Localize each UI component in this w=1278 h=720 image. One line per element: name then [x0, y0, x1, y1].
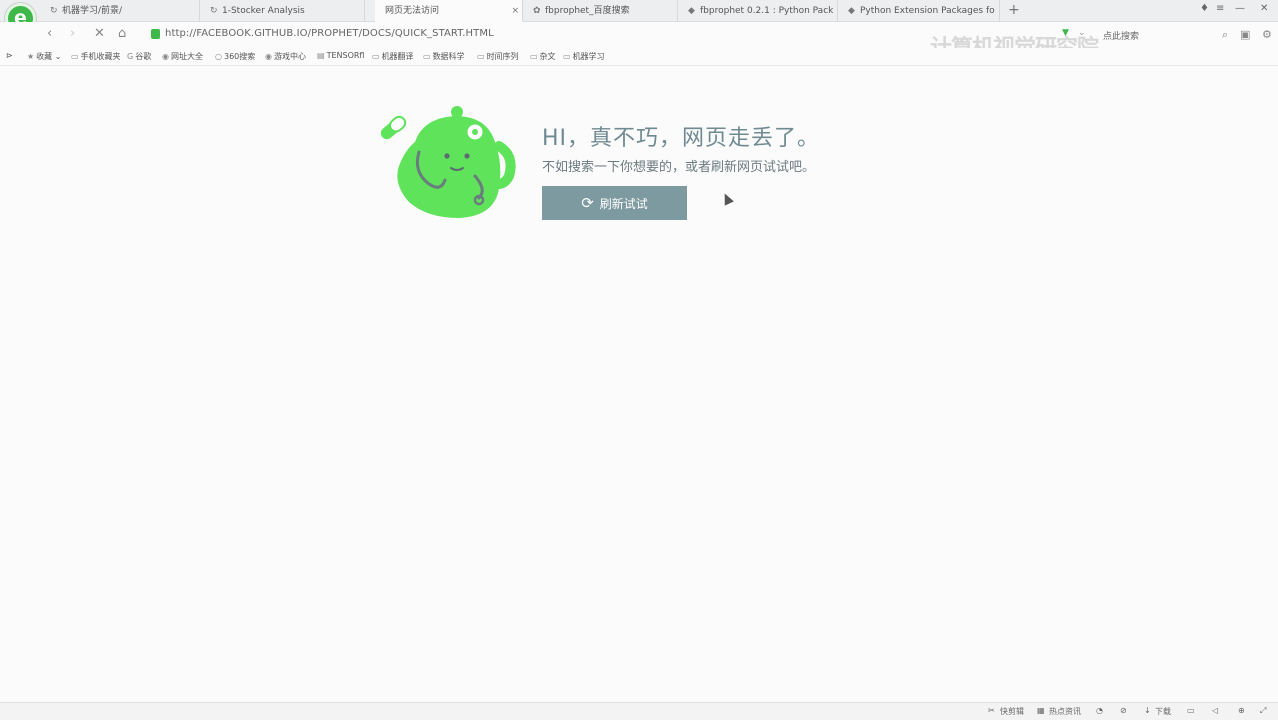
home-icon[interactable]: ⌂ — [118, 26, 126, 41]
skin-icon[interactable]: ♦ — [1200, 3, 1209, 14]
block-icon[interactable]: ⊘ — [1120, 706, 1127, 715]
error-subtitle: 不如搜索一下你想要的，或者刷新网页试试吧。 — [542, 160, 816, 175]
scissors-icon[interactable]: ✂ — [988, 706, 995, 715]
tab-4[interactable]: ✿ fbprophet_百度搜索 — [523, 0, 678, 22]
status-item-hot-news[interactable]: 热点资讯 — [1049, 706, 1081, 717]
tab-strip: ↻ 机器学习/前景/ ↻ 1-Stocker Analysis 网页无法访问 × ✿… — [0, 0, 1278, 23]
news-icon[interactable]: ▦ — [1037, 706, 1045, 715]
folder-icon: ▭ — [372, 52, 380, 61]
bookmark-360search[interactable]: ○ 360搜索 — [215, 51, 255, 62]
status-item-download[interactable]: 下载 — [1155, 706, 1171, 717]
mascot-illustration — [380, 106, 516, 218]
sidebar-toggle-icon[interactable]: ⊳ — [6, 51, 13, 60]
pill-icon — [380, 115, 407, 140]
download-icon[interactable]: ↓ — [1144, 706, 1151, 715]
status-item-quick-edit[interactable]: 快剪辑 — [1000, 706, 1024, 717]
minimize-icon[interactable]: — — [1235, 3, 1245, 14]
bookmark-data-science[interactable]: ▭ 数据科学 — [423, 51, 465, 62]
speed-icon[interactable]: ◔ — [1096, 706, 1103, 715]
tab-2[interactable]: ↻ 1-Stocker Analysis — [200, 0, 365, 22]
bookmark-site-directory[interactable]: ◉ 网址大全 — [162, 51, 203, 62]
refresh-button[interactable]: ⟳ 刷新试试 — [542, 186, 687, 220]
search-icon[interactable]: ⌕ — [1222, 28, 1228, 42]
url-field[interactable]: http://FACEBOOK.GITHUB.IO/PROPHET/DOCS/Q… — [165, 28, 494, 39]
bookmark-google[interactable]: G 谷歌 — [127, 51, 151, 62]
folder-icon: ▭ — [423, 52, 431, 61]
new-tab-button[interactable]: + — [1008, 0, 1020, 20]
menu-icon[interactable]: ≡ — [1216, 3, 1224, 14]
bookmark-game-center[interactable]: ◉ 游戏中心 — [265, 51, 306, 62]
bookmark-machine-learning[interactable]: ▭ 机器学习 — [563, 51, 605, 62]
tab-1[interactable]: ↻ 机器学习/前景/ — [40, 0, 200, 22]
settings-icon[interactable]: ⚙ — [1262, 28, 1272, 41]
page-icon: ▤ — [317, 51, 325, 60]
ring-icon: ○ — [215, 52, 222, 61]
mouse-cursor-icon — [720, 191, 734, 206]
tab-3-active[interactable]: 网页无法访问 × — [375, 0, 523, 23]
fullscreen-icon[interactable]: ⤢ — [1260, 706, 1266, 716]
back-icon[interactable]: ‹ — [47, 26, 52, 41]
folder-icon: ▭ — [563, 52, 571, 61]
reload-icon: ↻ — [210, 6, 218, 16]
python-icon: ◆ — [688, 6, 695, 16]
bookmark-mobile[interactable]: ▭ 手机收藏夹 — [71, 51, 121, 62]
bookmark-time-series[interactable]: ▭ 时间序列 — [477, 51, 519, 62]
google-icon: G — [127, 52, 134, 61]
tab-5[interactable]: ◆ fbprophet 0.2.1 : Python Pack — [678, 0, 838, 22]
bookmark-tensorflow[interactable]: ▤ TENSORfl — [317, 51, 364, 60]
globe-icon: ◉ — [162, 52, 169, 61]
python-icon: ◆ — [848, 6, 855, 16]
sound-icon[interactable]: ◁ — [1212, 706, 1218, 715]
bookmark-misc[interactable]: ▭ 杂文 — [530, 51, 556, 62]
star-icon: ★ — [27, 52, 35, 61]
folder-icon: ▭ — [530, 52, 538, 61]
bookmark-machine-translation[interactable]: ▭ 机器翻译 — [372, 51, 414, 62]
refresh-icon: ⟳ — [581, 194, 594, 212]
game-icon: ◉ — [265, 52, 272, 61]
zoom-icon[interactable]: ⊕ — [1238, 706, 1245, 715]
forward-icon[interactable]: › — [70, 26, 75, 41]
status-bar: ✂ 快剪辑 ▦ 热点资讯 ◔ ⊘ ↓ 下载 ▭ ◁ ⊕ ⤢ — [0, 702, 1278, 720]
bookmark-favorites[interactable]: ★ 收藏 ⌄ — [27, 51, 61, 62]
folder-icon: ▭ — [71, 52, 79, 61]
layout-icon[interactable]: ▭ — [1187, 706, 1195, 715]
paw-icon: ✿ — [533, 6, 541, 16]
close-window-icon[interactable]: ✕ — [1260, 3, 1268, 14]
tab-close-icon[interactable]: × — [511, 0, 519, 22]
error-title: HI，真不巧，网页走丢了。 — [542, 126, 821, 151]
extension-icon[interactable]: ▣ — [1240, 28, 1250, 41]
folder-icon: ▭ — [477, 52, 485, 61]
reload-icon: ↻ — [50, 6, 58, 16]
stop-icon[interactable]: ✕ — [94, 26, 105, 41]
secure-icon — [151, 29, 160, 39]
bookmarks-bar: ⊳ ★ 收藏 ⌄ ▭ 手机收藏夹 G 谷歌 ◉ 网址大全 ○ 360搜索 ◉ 游戏中心 ▤ T… — [0, 48, 1278, 66]
tab-6[interactable]: ◆ Python Extension Packages fo — [838, 0, 1000, 22]
search-input[interactable]: 点此搜索 — [1103, 29, 1139, 42]
